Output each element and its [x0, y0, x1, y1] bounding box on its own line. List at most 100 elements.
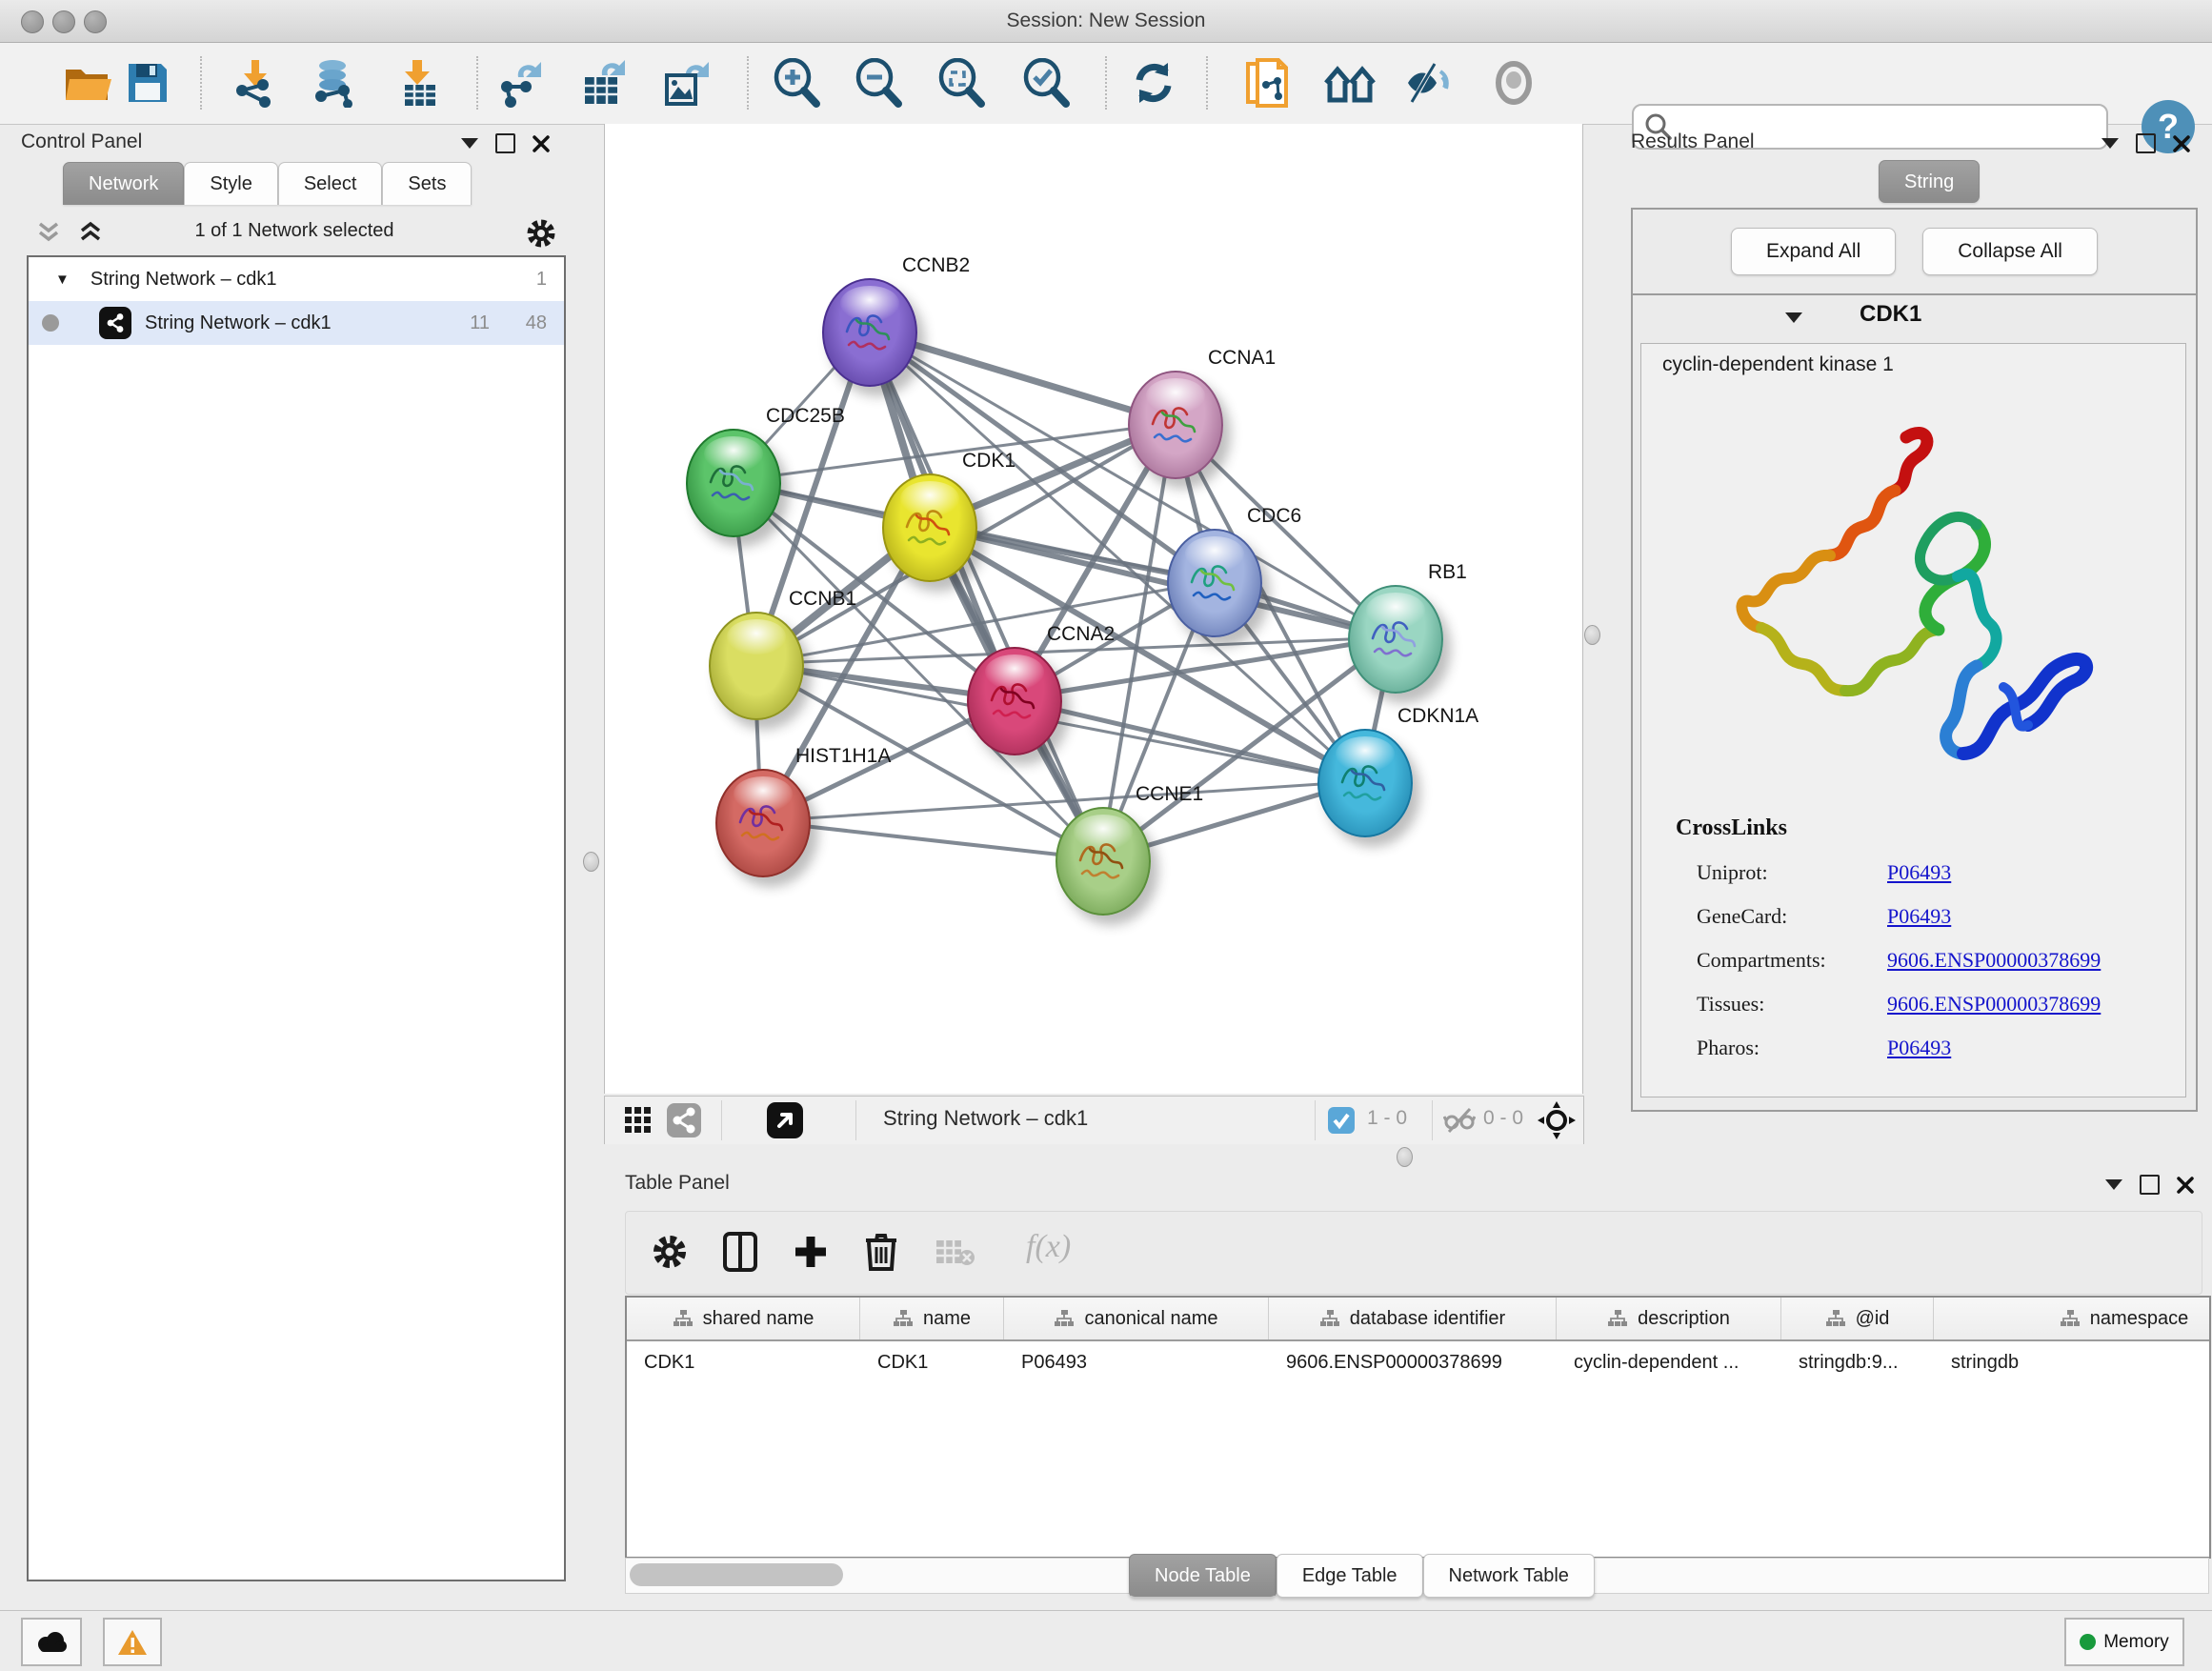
network-node-CDK1[interactable] — [882, 473, 977, 582]
warnings-button[interactable] — [103, 1618, 162, 1666]
column-header-description[interactable]: description — [1557, 1298, 1781, 1339]
collapse-all-button[interactable]: Collapse All — [1922, 228, 2098, 275]
float-panel-icon[interactable] — [2136, 133, 2156, 153]
left-splitter-handle[interactable] — [583, 852, 599, 872]
protein-thumbnail — [1145, 395, 1202, 456]
crosslink-link[interactable]: P06493 — [1887, 860, 1951, 885]
column-label: name — [923, 1308, 971, 1330]
network-node-CCNA1[interactable] — [1128, 371, 1223, 479]
column-header-database-identifier[interactable]: database identifier — [1269, 1298, 1557, 1339]
fit-content-button[interactable] — [1537, 1101, 1577, 1139]
string-network-button[interactable] — [664, 1101, 704, 1139]
detach-view-button[interactable] — [765, 1101, 805, 1139]
tab-network-table[interactable]: Network Table — [1423, 1554, 1595, 1598]
column-header-shared-name[interactable]: shared name — [627, 1298, 860, 1339]
table-row[interactable]: CDK1CDK1P064939606.ENSP00000378699cyclin… — [627, 1341, 2209, 1383]
network-node-CDKN1A[interactable] — [1317, 729, 1413, 837]
network-view-toolbar: String Network – cdk1 1 - 0 0 - 0 — [604, 1096, 1584, 1144]
tab-network[interactable]: Network — [63, 162, 184, 205]
export-table-button[interactable] — [573, 52, 635, 113]
show-view-button[interactable] — [1482, 52, 1545, 113]
column-label: namespace — [2090, 1308, 2188, 1330]
expand-all-button[interactable]: Expand All — [1731, 228, 1896, 275]
table-options-button[interactable] — [643, 1225, 696, 1278]
import-network-database-button[interactable] — [303, 52, 366, 113]
selected-items-button[interactable] — [1321, 1101, 1361, 1139]
gene-section-header[interactable]: CDK1 — [1633, 297, 2196, 341]
refresh-view-button[interactable] — [1122, 52, 1185, 113]
tab-select[interactable]: Select — [278, 162, 383, 205]
crosslink-link[interactable]: 9606.ENSP00000378699 — [1887, 992, 2101, 1017]
bottom-splitter-handle[interactable] — [1397, 1147, 1413, 1167]
tab-sets[interactable]: Sets — [382, 162, 472, 205]
tab-style[interactable]: Style — [184, 162, 277, 205]
network-node-CCNB2[interactable] — [822, 278, 917, 387]
crosslink-link[interactable]: 9606.ENSP00000378699 — [1887, 948, 2101, 973]
clear-table-button[interactable] — [929, 1225, 982, 1278]
import-database-icon — [310, 58, 359, 108]
tab-string[interactable]: String — [1879, 160, 1980, 203]
network-view[interactable]: CCNB2CCNA1CDC25BCDK1CDC6RB1CCNB1CCNA2CDK… — [604, 124, 1583, 1094]
add-column-button[interactable] — [784, 1225, 837, 1278]
zoom-out-button[interactable] — [848, 52, 911, 113]
network-node-RB1[interactable] — [1348, 585, 1443, 694]
protein-thumbnail — [839, 303, 896, 364]
crosslink-link[interactable]: P06493 — [1887, 904, 1951, 929]
tab-node-table[interactable]: Node Table — [1129, 1554, 1277, 1598]
network-edges[interactable] — [605, 124, 1582, 1094]
network-node-HIST1H1A[interactable] — [715, 769, 811, 877]
network-node-CDC6[interactable] — [1167, 529, 1262, 637]
network-collection-row[interactable]: ▼ String Network – cdk1 1 — [29, 257, 564, 301]
open-session-button[interactable] — [57, 52, 120, 113]
show-columns-button[interactable] — [714, 1225, 767, 1278]
export-image-button[interactable] — [654, 52, 717, 113]
delete-column-button[interactable] — [855, 1225, 908, 1278]
network-node-CCNB1[interactable] — [709, 612, 804, 720]
close-panel-icon[interactable] — [2173, 135, 2190, 152]
close-panel-icon[interactable] — [533, 135, 550, 152]
column-header--id[interactable]: @id — [1781, 1298, 1934, 1339]
crosslink-row: Compartments:9606.ENSP00000378699 — [1676, 938, 2101, 982]
node-table[interactable]: shared name name canonical namedatabase id… — [625, 1296, 2211, 1559]
column-header-canonical-name[interactable]: canonical name — [1004, 1298, 1269, 1339]
zoom-fit-button[interactable] — [931, 52, 994, 113]
cloud-status-button[interactable] — [21, 1618, 82, 1666]
eye-icon — [1490, 59, 1538, 107]
function-builder-button[interactable]: f(x) — [1026, 1229, 1071, 1265]
column-header-namespace[interactable]: namespace — [1934, 1298, 2211, 1339]
scrollbar-thumb[interactable] — [630, 1563, 843, 1586]
float-panel-icon[interactable] — [2140, 1175, 2160, 1195]
right-splitter-handle[interactable] — [1584, 625, 1600, 645]
column-header-name[interactable]: name — [860, 1298, 1004, 1339]
close-panel-icon[interactable] — [2177, 1177, 2194, 1194]
panel-menu-icon[interactable] — [2105, 1179, 2122, 1190]
float-panel-icon[interactable] — [495, 133, 515, 153]
network-node-CCNE1[interactable] — [1056, 807, 1151, 916]
panel-menu-icon[interactable] — [461, 138, 478, 149]
crosslink-label: GeneCard: — [1676, 904, 1887, 929]
network-row[interactable]: String Network – cdk1 11 48 — [29, 301, 564, 345]
hide-labels-button[interactable] — [1395, 52, 1458, 113]
import-table-button[interactable] — [388, 52, 451, 113]
network-node-CCNA2[interactable] — [967, 647, 1062, 755]
gear-icon[interactable] — [524, 216, 558, 251]
zoom-in-button[interactable] — [766, 52, 829, 113]
zoom-selected-button[interactable] — [1016, 52, 1078, 113]
import-network-file-button[interactable] — [223, 52, 286, 113]
hierarchy-icon — [673, 1309, 694, 1328]
network-node-CDC25B[interactable] — [686, 429, 781, 537]
collapse-triangle-icon[interactable] — [1785, 312, 1802, 323]
memory-button[interactable]: Memory — [2064, 1618, 2184, 1666]
crosslink-link[interactable]: P06493 — [1887, 1036, 1951, 1060]
export-network-button[interactable] — [491, 52, 553, 113]
hidden-items-button[interactable] — [1439, 1101, 1479, 1139]
string-settings-button[interactable] — [1319, 52, 1382, 113]
collapse-triangle-icon[interactable]: ▼ — [55, 272, 70, 288]
birdseye-view-button[interactable] — [618, 1101, 658, 1139]
table-cell: CDK1 — [860, 1341, 1004, 1383]
double-home-icon — [1324, 62, 1377, 104]
panel-menu-icon[interactable] — [2101, 138, 2119, 149]
duplicate-network-button[interactable] — [1237, 52, 1300, 113]
tab-edge-table[interactable]: Edge Table — [1277, 1554, 1423, 1598]
save-session-button[interactable] — [116, 52, 179, 113]
